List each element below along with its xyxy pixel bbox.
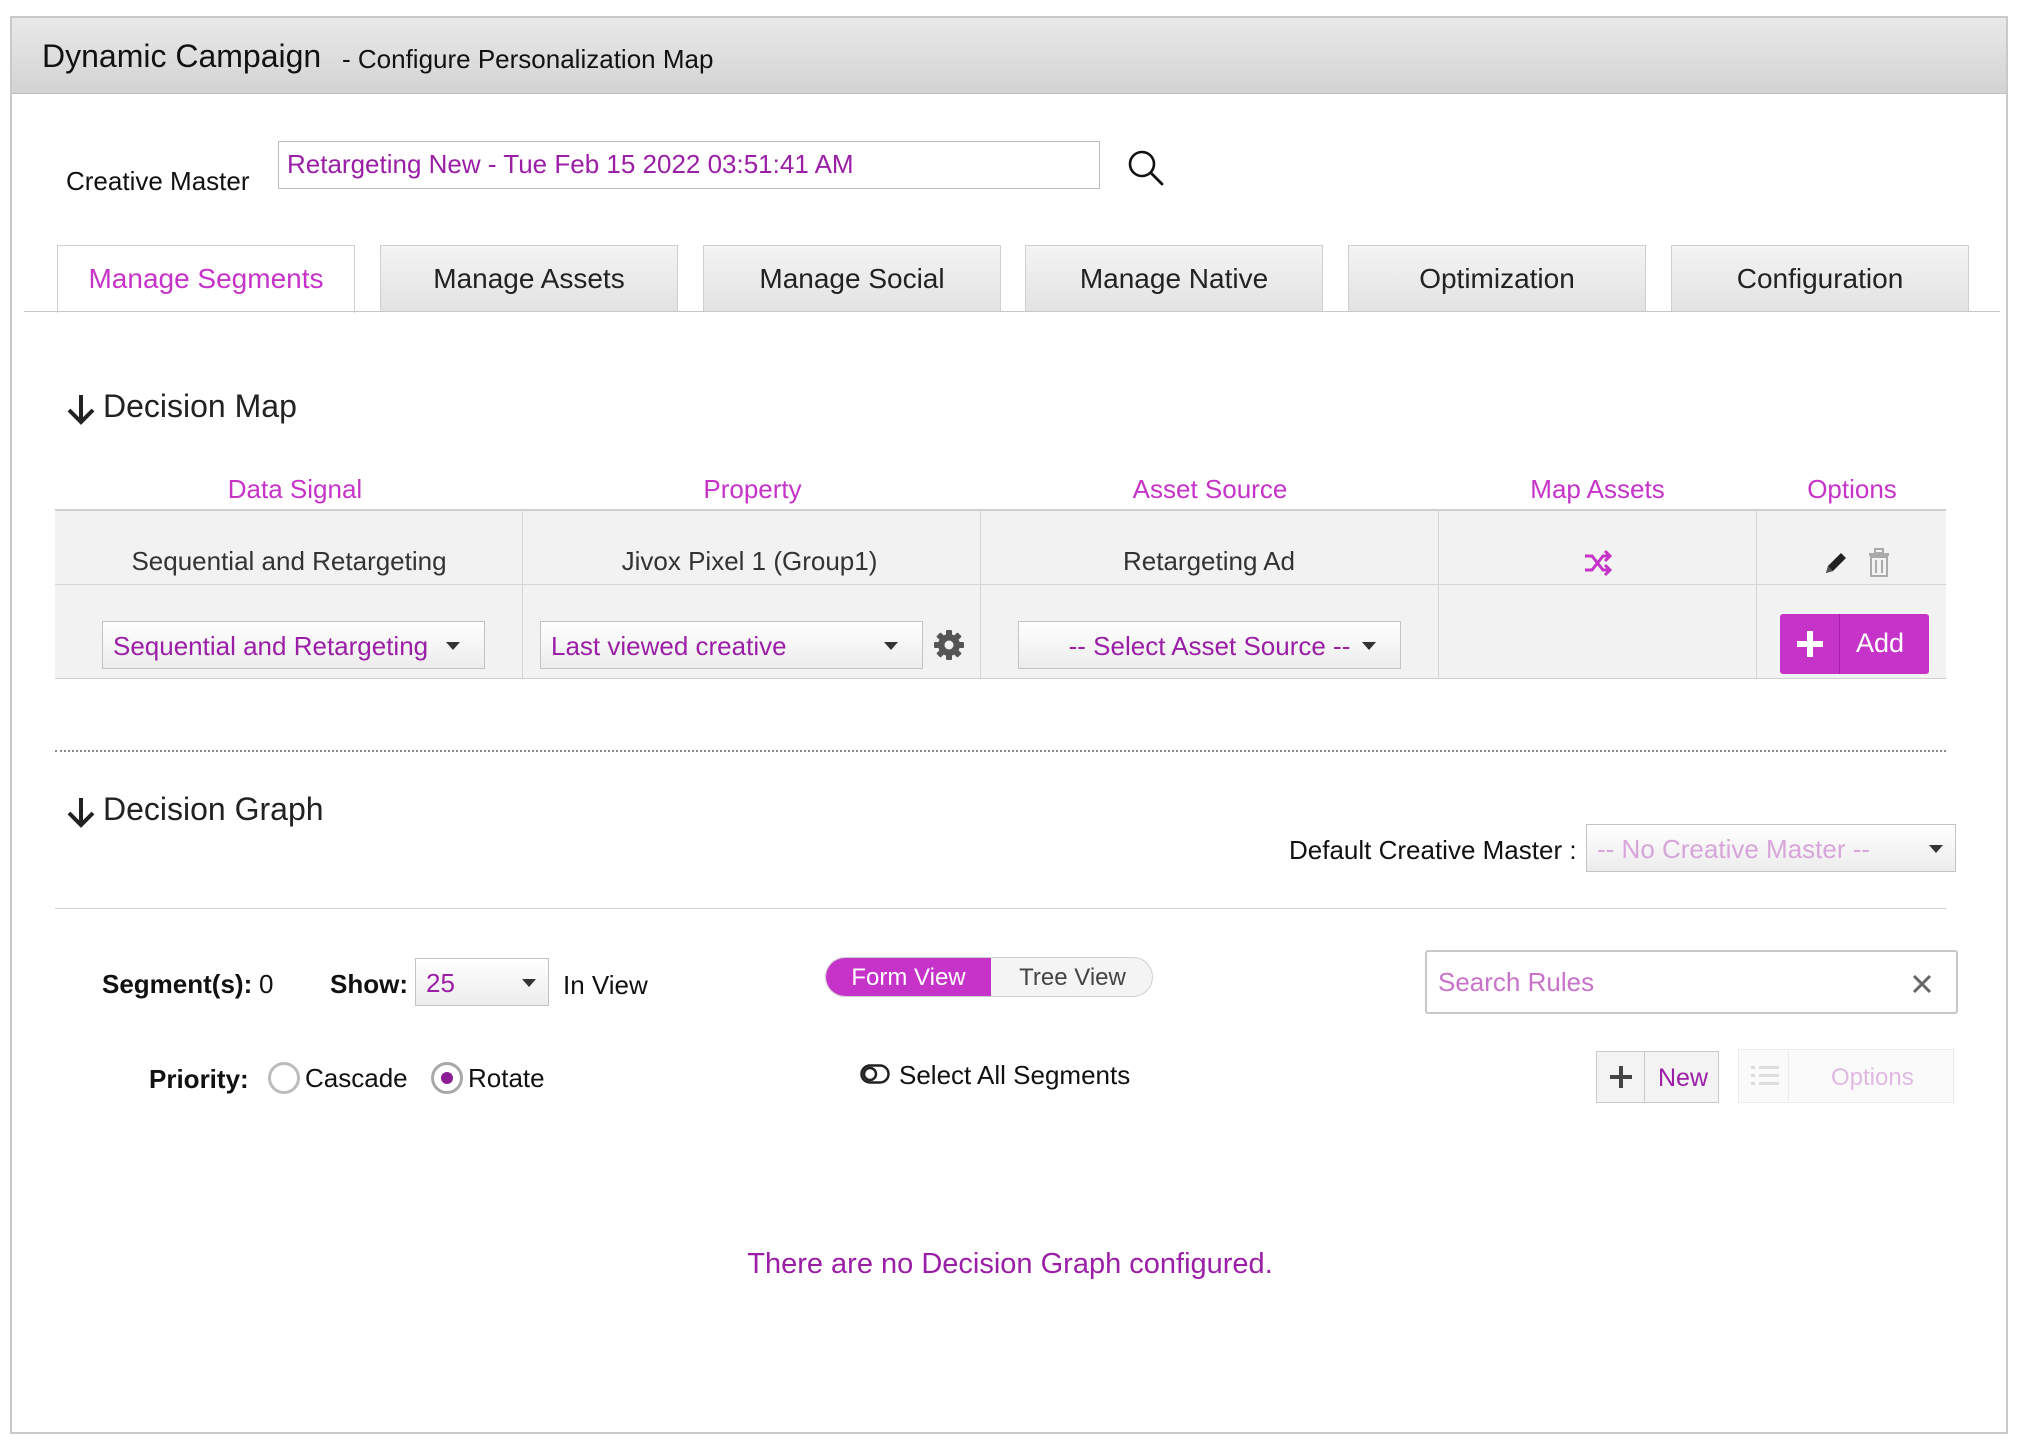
chevron-down-icon: [446, 642, 460, 650]
section-divider: [55, 750, 1946, 752]
app-window: Dynamic Campaign - Configure Personaliza…: [10, 16, 2008, 1434]
add-button[interactable]: Add: [1780, 614, 1929, 674]
title-bar: Dynamic Campaign - Configure Personaliza…: [12, 18, 2006, 94]
tab-manage-segments[interactable]: Manage Segments: [57, 245, 355, 313]
chevron-down-icon: [1929, 845, 1943, 853]
select-all-label[interactable]: Select All Segments: [899, 1060, 1130, 1091]
cascade-label: Cascade: [305, 1063, 408, 1093]
row-asset-source: Retargeting Ad: [1122, 546, 1295, 576]
tab-configuration[interactable]: Configuration: [1671, 245, 1969, 312]
add-button-label: Add: [1856, 628, 1905, 658]
tab-optimization[interactable]: Optimization: [1348, 245, 1646, 312]
chevron-down-icon: [1362, 642, 1376, 650]
col-data-signal: Data Signal: [227, 474, 363, 504]
asset-source-select[interactable]: -- Select Asset Source --: [1018, 621, 1401, 669]
options-button[interactable]: Options: [1738, 1049, 1954, 1103]
empty-state-message: There are no Decision Graph configured.: [747, 1248, 1273, 1280]
tab-manage-social[interactable]: Manage Social: [703, 245, 1001, 312]
row-data-signal: Sequential and Retargeting: [131, 546, 447, 576]
property-select[interactable]: Last viewed creative: [540, 621, 923, 669]
default-master-select-value: -- No Creative Master --: [1597, 834, 1871, 864]
plus-icon: [1597, 1052, 1645, 1102]
segments-label: Segment(s):: [102, 969, 253, 999]
tab-manage-assets[interactable]: Manage Assets: [380, 245, 678, 312]
window-subtitle: - Configure Personalization Map: [342, 44, 714, 74]
list-icon: [1739, 1050, 1789, 1102]
chevron-down-icon: [522, 979, 536, 987]
col-divider: [1438, 509, 1439, 679]
decision-map-title: Decision Map: [103, 388, 297, 424]
tabs-underline: [24, 311, 2000, 312]
shuffle-icon[interactable]: [1583, 549, 1613, 577]
in-view-label: In View: [563, 970, 648, 1000]
chevron-down-icon: [884, 642, 898, 650]
decision-graph-title: Decision Graph: [103, 791, 324, 827]
toggle-icon[interactable]: [860, 1064, 890, 1084]
new-button[interactable]: New: [1596, 1051, 1719, 1103]
row-property: Jivox Pixel 1 (Group1): [621, 546, 878, 576]
col-options: Options: [1807, 474, 1897, 504]
search-icon[interactable]: [1126, 148, 1166, 188]
rotate-label: Rotate: [468, 1063, 545, 1093]
options-button-label: Options: [1831, 1064, 1914, 1091]
data-signal-select-value: Sequential and Retargeting: [113, 631, 429, 661]
form-view-button[interactable]: Form View: [826, 958, 991, 996]
creative-master-input[interactable]: Retargeting New - Tue Feb 15 2022 03:51:…: [278, 141, 1100, 189]
window-title: Dynamic Campaign: [42, 38, 322, 74]
show-label: Show:: [330, 969, 408, 999]
plus-icon: [1780, 614, 1840, 674]
search-rules-placeholder: Search Rules: [1438, 967, 1595, 997]
creative-master-label: Creative Master: [66, 166, 250, 196]
gear-icon[interactable]: [933, 629, 965, 661]
cascade-radio[interactable]: [268, 1062, 300, 1094]
show-count-value: 25: [426, 968, 455, 998]
segments-count: 0: [259, 969, 274, 999]
default-master-select[interactable]: -- No Creative Master --: [1586, 824, 1956, 872]
new-button-label: New: [1658, 1064, 1709, 1092]
pencil-icon[interactable]: [1822, 549, 1850, 577]
col-divider: [1756, 509, 1757, 679]
col-property: Property: [703, 474, 802, 504]
default-master-label: Default Creative Master :: [1289, 835, 1577, 865]
data-signal-select[interactable]: Sequential and Retargeting: [102, 621, 485, 669]
section-divider: [55, 908, 1946, 909]
search-rules-input[interactable]: Search Rules: [1425, 950, 1958, 1014]
trash-icon[interactable]: [1867, 548, 1891, 578]
asset-source-select-value: -- Select Asset Source --: [1068, 631, 1351, 661]
col-asset-source: Asset Source: [1132, 474, 1288, 504]
col-map-assets: Map Assets: [1530, 474, 1665, 504]
property-select-value: Last viewed creative: [551, 631, 787, 661]
col-divider: [980, 509, 981, 679]
show-count-select[interactable]: 25: [415, 958, 549, 1006]
collapse-arrow-icon[interactable]: [66, 392, 96, 426]
priority-label: Priority:: [149, 1064, 249, 1094]
view-toggle: Form View Tree View: [825, 957, 1153, 997]
collapse-arrow-icon[interactable]: [66, 795, 96, 829]
col-divider: [522, 509, 523, 679]
tree-view-button[interactable]: Tree View: [991, 958, 1152, 996]
close-icon[interactable]: [1912, 974, 1932, 994]
tab-manage-native[interactable]: Manage Native: [1025, 245, 1323, 312]
row-divider: [55, 584, 1946, 585]
rotate-radio[interactable]: [431, 1062, 463, 1094]
